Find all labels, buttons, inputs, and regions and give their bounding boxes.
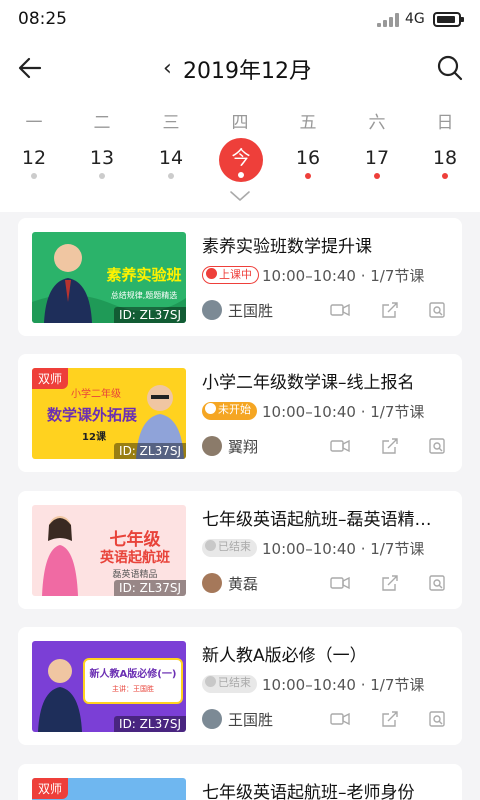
date-16-dot: [305, 173, 311, 179]
course-title: 新人教A版必修（一）: [202, 646, 367, 666]
status-badge: 未开始: [202, 402, 257, 420]
thumb-subtitle: 总结规律,题题精选: [110, 291, 178, 300]
battery-icon: [433, 12, 464, 27]
course-id: ID: ZL37SJ: [114, 307, 186, 323]
live-icon: [206, 268, 217, 279]
teacher-name: 翼翔: [228, 438, 259, 456]
status-label: 上课中: [219, 268, 252, 281]
chevron-down-icon[interactable]: [229, 190, 251, 202]
course-card[interactable]: 新人教A版必修(一) 主讲：王国胜 ID: ZL37SJ 新人教A版必修（一） …: [18, 627, 462, 745]
status-bar: 08:25 4G: [0, 0, 480, 40]
back-arrow-icon[interactable]: [16, 54, 44, 82]
date-16[interactable]: 16: [288, 147, 328, 169]
course-thumbnail: 双师: [32, 778, 186, 800]
course-card[interactable]: 双师 七年级英语起航班–老师身份: [18, 764, 462, 800]
avatar: [202, 573, 222, 593]
signal-icon: [377, 13, 401, 27]
status-time: 08:25: [18, 9, 67, 29]
thumb-title-line2: 英语起航班: [100, 550, 170, 566]
course-title: 小学二年级数学课–线上报名: [202, 373, 415, 393]
date-13[interactable]: 13: [82, 147, 122, 169]
course-time: 10:00–10:40 · 1/7节课: [262, 540, 425, 558]
calendar-header: ‹ 2019年12月 › 一 二 三 四 五 六 日 12 13 14 今 16…: [0, 40, 480, 212]
course-thumbnail: 新人教A版必修(一) 主讲：王国胜 ID: ZL37SJ: [32, 641, 186, 732]
thumb-title: 数学课外拓展: [46, 406, 137, 424]
prev-month-button[interactable]: ‹: [163, 56, 172, 81]
avatar: [202, 436, 222, 456]
thumb-subtitle: 主讲：王国胜: [112, 685, 154, 693]
status-badge: 已结束: [202, 675, 257, 693]
next-month-button[interactable]: ›: [303, 56, 312, 81]
network-type: 4G: [405, 11, 425, 27]
date-18-dot: [442, 173, 448, 179]
teacher-name: 王国胜: [228, 711, 274, 729]
search-doc-icon[interactable]: [428, 438, 448, 454]
course-title: 七年级英语起航班–磊英语精…: [202, 510, 432, 530]
date-14-dot: [168, 173, 174, 179]
course-thumbnail: 素养实验班 总结规律,题题精选 ID: ZL37SJ: [32, 232, 186, 323]
search-icon[interactable]: [436, 54, 464, 82]
weekday-tue: 二: [93, 113, 111, 133]
search-doc-icon[interactable]: [428, 575, 448, 591]
avatar: [202, 709, 222, 729]
course-thumbnail: 七年级 英语起航班 磊英语精品 ID: ZL37SJ: [32, 505, 186, 596]
weekday-fri: 五: [299, 113, 317, 133]
weekday-sat: 六: [368, 113, 386, 133]
thumb-top-label: 小学二年级: [71, 389, 121, 400]
weekday-wed: 三: [162, 113, 180, 133]
search-doc-icon[interactable]: [428, 711, 448, 727]
thumb-subtitle: 12课: [82, 432, 106, 443]
video-icon[interactable]: [330, 302, 350, 318]
share-icon[interactable]: [380, 575, 400, 591]
date-12[interactable]: 12: [14, 147, 54, 169]
course-id: ID: ZL37SJ: [114, 716, 186, 732]
thumb-title: 新人教A版必修(一): [89, 669, 177, 680]
course-card[interactable]: 素养实验班 总结规律,题题精选 ID: ZL37SJ 素养实验班数学提升课 上课…: [18, 218, 462, 336]
weekday-sun: 日: [436, 113, 454, 133]
status-label: 未开始: [218, 403, 251, 416]
date-18[interactable]: 18: [425, 147, 465, 169]
date-17-dot: [374, 173, 380, 179]
share-icon[interactable]: [380, 438, 400, 454]
status-badge: 上课中: [202, 266, 259, 284]
clock-icon: [205, 403, 216, 414]
video-icon[interactable]: [330, 711, 350, 727]
date-13-dot: [99, 173, 105, 179]
course-card[interactable]: 七年级 英语起航班 磊英语精品 ID: ZL37SJ 七年级英语起航班–磊英语精…: [18, 491, 462, 609]
status-label: 已结束: [218, 676, 251, 689]
video-icon[interactable]: [330, 575, 350, 591]
share-icon[interactable]: [380, 711, 400, 727]
weekday-mon: 一: [25, 113, 43, 133]
course-id: ID: ZL37SJ: [114, 443, 186, 459]
avatar: [202, 300, 222, 320]
teacher-name: 黄磊: [228, 575, 259, 593]
date-14[interactable]: 14: [151, 147, 191, 169]
course-title: 素养实验班数学提升课: [202, 237, 372, 257]
ended-icon: [205, 676, 216, 687]
course-time: 10:00–10:40 · 1/7节课: [262, 676, 425, 694]
share-icon[interactable]: [380, 302, 400, 318]
course-id: ID: ZL37SJ: [114, 580, 186, 596]
dual-teacher-badge: 双师: [32, 778, 69, 799]
ended-icon: [205, 540, 216, 551]
course-time: 10:00–10:40 · 1/7节课: [262, 403, 425, 421]
weekday-thu: 四: [231, 113, 249, 133]
status-label: 已结束: [218, 540, 251, 553]
date-17[interactable]: 17: [357, 147, 397, 169]
status-badge: 已结束: [202, 539, 257, 557]
course-title: 七年级英语起航班–老师身份: [202, 783, 415, 800]
thumb-subtitle: 磊英语精品: [112, 570, 158, 580]
video-icon[interactable]: [330, 438, 350, 454]
course-time: 10:00–10:40 · 1/7节课: [262, 267, 425, 285]
date-12-dot: [31, 173, 37, 179]
month-title: 2019年12月: [183, 59, 311, 84]
search-doc-icon[interactable]: [428, 302, 448, 318]
thumb-title: 素养实验班: [106, 266, 182, 284]
course-card[interactable]: 双师 小学二年级 数学课外拓展 12课 ID: ZL37SJ 小学二年级数学课–…: [18, 354, 462, 472]
course-thumbnail: 双师 小学二年级 数学课外拓展 12课 ID: ZL37SJ: [32, 368, 186, 459]
date-today-dot: [238, 172, 244, 178]
teacher-name: 王国胜: [228, 302, 274, 320]
